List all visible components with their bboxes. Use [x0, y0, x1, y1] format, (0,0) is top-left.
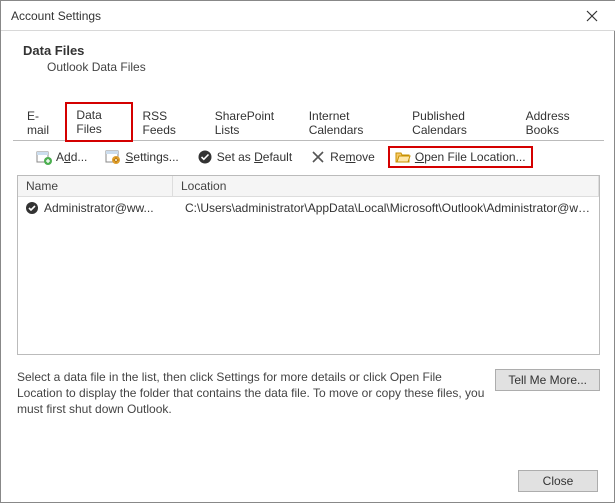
footer-area: Select a data file in the list, then cli… [17, 369, 600, 418]
default-check-icon [24, 200, 40, 216]
column-header-location[interactable]: Location [173, 176, 599, 196]
tell-me-more-button[interactable]: Tell Me More... [495, 369, 600, 391]
open-file-location-button[interactable]: Open File Location... [388, 146, 533, 168]
close-button[interactable] [570, 2, 614, 30]
settings-button[interactable]: Settings... [98, 146, 185, 168]
button-label: Set as Default [217, 150, 292, 164]
tab-email[interactable]: E-mail [17, 104, 65, 141]
header-title: Data Files [23, 43, 598, 58]
tab-rss-feeds[interactable]: RSS Feeds [133, 104, 204, 141]
tab-label: RSS Feeds [143, 109, 176, 137]
cell-name: Administrator@ww... [22, 200, 177, 216]
button-label: Settings... [125, 150, 178, 164]
tab-label: E-mail [27, 109, 49, 137]
row-name-text: Administrator@ww... [44, 201, 154, 215]
tab-label: Internet Calendars [309, 109, 364, 137]
tab-sharepoint-lists[interactable]: SharePoint Lists [205, 104, 298, 141]
tab-label: SharePoint Lists [215, 109, 274, 137]
list-header: Name Location [18, 176, 599, 197]
tab-label: Data Files [76, 108, 101, 136]
header-subtitle: Outlook Data Files [23, 60, 598, 74]
tab-strip: E-mail Data Files RSS Feeds SharePoint L… [13, 102, 604, 141]
set-default-button[interactable]: Set as Default [190, 146, 299, 168]
list-row[interactable]: Administrator@ww... C:\Users\administrat… [18, 197, 599, 219]
folder-open-icon [395, 149, 411, 165]
data-files-list: Name Location Administrator@ww... C:\Use… [17, 175, 600, 355]
close-dialog-button[interactable]: Close [518, 470, 598, 492]
description-text: Select a data file in the list, then cli… [17, 369, 485, 418]
tab-data-files[interactable]: Data Files [66, 103, 131, 141]
column-header-name[interactable]: Name [18, 176, 173, 196]
tab-label: Address Books [526, 109, 570, 137]
button-label: Open File Location... [415, 150, 526, 164]
header: Data Files Outlook Data Files [1, 31, 615, 78]
add-icon [36, 149, 52, 165]
window-title: Account Settings [11, 9, 570, 23]
dialog-buttons: Close [518, 470, 598, 492]
remove-icon [310, 149, 326, 165]
check-icon [197, 149, 213, 165]
tab-label: Published Calendars [412, 109, 467, 137]
tab-address-books[interactable]: Address Books [516, 104, 603, 141]
tab-internet-calendars[interactable]: Internet Calendars [299, 104, 401, 141]
titlebar: Account Settings [1, 1, 615, 31]
close-icon [584, 8, 600, 24]
cell-location: C:\Users\administrator\AppData\Local\Mic… [177, 201, 595, 215]
tab-published-calendars[interactable]: Published Calendars [402, 104, 514, 141]
toolbar: Add... Settings... Set as Default Remove… [13, 141, 604, 173]
button-label: Add... [56, 150, 87, 164]
button-label: Tell Me More... [508, 373, 587, 387]
remove-button[interactable]: Remove [303, 146, 382, 168]
add-button[interactable]: Add... [29, 146, 94, 168]
settings-icon [105, 149, 121, 165]
button-label: Remove [330, 150, 375, 164]
button-label: Close [543, 474, 574, 488]
